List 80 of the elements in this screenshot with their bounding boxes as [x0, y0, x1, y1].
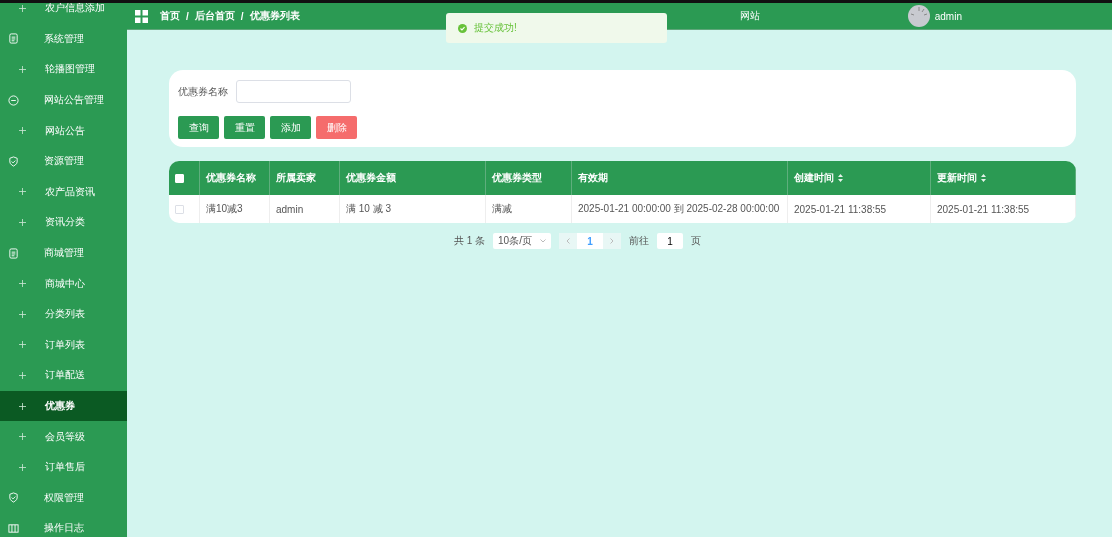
document-icon [7, 247, 19, 259]
plus-icon [19, 463, 26, 471]
sidebar-item[interactable]: 订单列表 [0, 329, 127, 361]
sidebar-item[interactable]: 农产品资讯 [0, 176, 127, 208]
table-cell: 满减 [486, 195, 572, 223]
action-button[interactable]: 删除 [316, 116, 357, 139]
chevron-down-icon [540, 239, 547, 243]
sidebar-item[interactable]: 商城管理 [0, 237, 127, 269]
plus-icon [19, 188, 26, 196]
action-button[interactable]: 重置 [224, 116, 265, 139]
column-header[interactable]: 更新时间 [931, 161, 1076, 195]
user-name[interactable]: admin [934, 10, 962, 22]
shield-icon [7, 492, 19, 504]
chevron-left-icon [566, 238, 571, 244]
grid-icon[interactable] [135, 9, 148, 23]
page-size-select[interactable]: 10条/页 [493, 233, 552, 249]
sidebar-item[interactable]: 订单配送 [0, 360, 127, 391]
sidebar-item[interactable]: 订单售后 [0, 451, 127, 483]
columns-icon [7, 522, 19, 534]
prev-page-button[interactable] [559, 233, 578, 249]
goto-page-field[interactable]: 1 [657, 233, 684, 249]
breadcrumb-separator: / [186, 10, 189, 22]
sidebar-item[interactable]: 会员等级 [0, 421, 127, 452]
table-cell: admin [270, 195, 340, 223]
plus-icon [19, 127, 26, 135]
input-field[interactable] [236, 80, 351, 103]
table-cell: 2025-01-21 11:38:55 [931, 195, 1076, 223]
column-header[interactable]: 优惠券金额 [340, 161, 486, 195]
column-header[interactable]: 优惠券类型 [486, 161, 572, 195]
page-number[interactable]: 1 [577, 233, 604, 249]
plus-icon [19, 280, 26, 288]
sidebar-item[interactable]: 系统管理 [0, 23, 127, 55]
field-label: 优惠券名称 [178, 84, 228, 99]
sidebar-item[interactable]: 资讯分类 [0, 207, 127, 238]
plus-icon [19, 371, 26, 379]
column-header[interactable]: 有效期 [572, 161, 788, 195]
column-header[interactable]: 优惠券名称 [200, 161, 270, 195]
avatar-icon[interactable] [907, 5, 930, 27]
sidebar-item[interactable]: 商城中心 [0, 268, 127, 299]
action-button[interactable]: 查询 [178, 116, 219, 139]
plus-icon [19, 4, 26, 12]
plus-icon [19, 310, 26, 318]
sidebar-item[interactable]: 轮播图管理 [0, 54, 127, 85]
checkbox[interactable] [175, 204, 184, 214]
table-cell: 满 10 减 3 [340, 195, 486, 223]
breadcrumb-item[interactable]: 优惠券列表 [249, 9, 300, 23]
sidebar-item[interactable]: 农户信息添加 [0, 3, 127, 24]
column-header[interactable]: 创建时间 [788, 161, 931, 195]
breadcrumb-item[interactable]: 首页 [160, 9, 180, 23]
plus-icon [19, 66, 26, 73]
breadcrumb-item[interactable]: 后台首页 [194, 9, 235, 23]
total-count: 共 1 条 [453, 234, 486, 248]
page-suffix: 页 [691, 234, 702, 248]
breadcrumb-separator: / [240, 10, 244, 22]
goto-label: 前往 [629, 234, 650, 248]
site-title: 网站 [739, 9, 760, 23]
chat-icon [7, 94, 19, 106]
toast-message: 提交成功! [474, 21, 517, 35]
action-button[interactable]: 添加 [270, 116, 311, 139]
sidebar-item[interactable]: 资源管理 [0, 145, 127, 177]
sidebar-item[interactable]: 优惠券 [0, 390, 127, 422]
sidebar-item[interactable]: 权限管理 [0, 482, 127, 514]
plus-icon [19, 402, 26, 410]
chevron-right-icon [610, 238, 615, 244]
check-circle-icon [458, 23, 467, 33]
column-header[interactable]: 所属卖家 [270, 161, 340, 195]
sidebar-item[interactable]: 网站公告 [0, 115, 127, 146]
sidebar-item[interactable]: 操作日志 [0, 513, 127, 537]
shield-icon [7, 155, 19, 167]
table-cell: 2025-01-21 00:00:00 到 2025-02-28 00:00:00 [572, 195, 788, 223]
sidebar-item[interactable]: 分类列表 [0, 298, 127, 330]
plus-icon [19, 218, 26, 226]
table-cell: 满10减3 [200, 195, 270, 223]
plus-icon [19, 341, 26, 349]
sort-icon[interactable] [838, 174, 843, 182]
document-icon [7, 33, 19, 45]
sort-icon[interactable] [981, 174, 986, 182]
sidebar-item[interactable]: 网站公告管理 [0, 84, 127, 116]
table-cell: 2025-01-21 11:38:55 [788, 195, 931, 223]
plus-icon [19, 433, 26, 441]
